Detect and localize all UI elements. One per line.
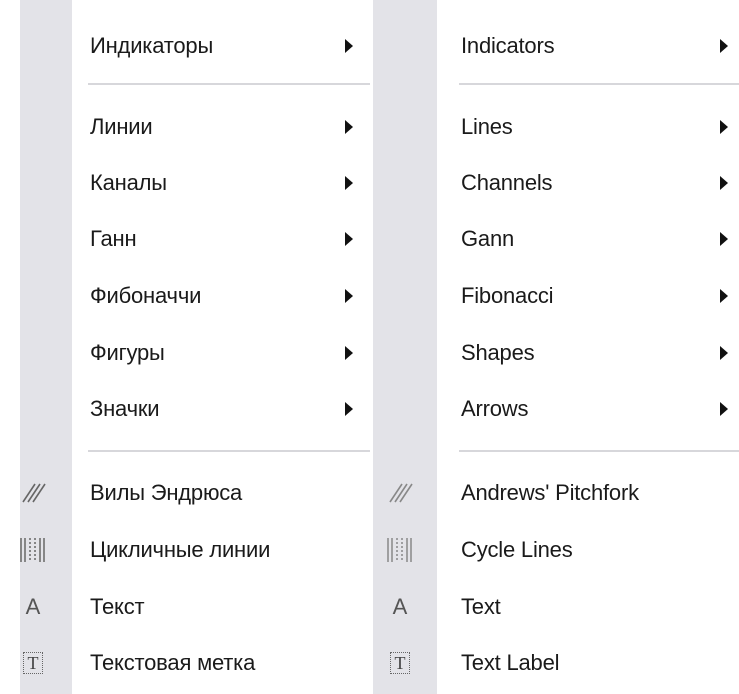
submenu-arrow-icon — [720, 120, 728, 134]
submenu-arrow-icon — [345, 176, 353, 190]
menu-item-label: Andrews' Pitchfork — [461, 480, 639, 505]
menu-item-channels[interactable]: Channels — [373, 160, 739, 206]
cycle-lines-icon — [18, 535, 48, 565]
submenu-arrow-icon — [720, 346, 728, 360]
cycle-lines-icon — [385, 535, 415, 565]
menu-item-label: Значки — [90, 396, 160, 421]
menu-item-label: Фибоначчи — [90, 283, 202, 308]
menu-item-shapes[interactable]: Фигуры — [20, 330, 370, 376]
menu-item-label: Индикаторы — [90, 33, 214, 58]
menu-item-lines[interactable]: Линии — [20, 104, 370, 150]
menu-item-cycle-lines[interactable]: Цикличные линии — [20, 527, 370, 573]
menu-item-text[interactable]: A Text — [373, 584, 739, 630]
menu-item-label: Цикличные линии — [90, 537, 271, 562]
menu-item-fibonacci[interactable]: Fibonacci — [373, 273, 739, 319]
menu-item-text[interactable]: A Текст — [20, 584, 370, 630]
menu-item-fibonacci[interactable]: Фибоначчи — [20, 273, 370, 319]
menu-item-label: Indicators — [461, 33, 555, 58]
menu-item-label: Text Label — [461, 650, 560, 675]
submenu-arrow-icon — [345, 402, 353, 416]
submenu-arrow-icon — [345, 346, 353, 360]
pitchfork-icon — [385, 478, 415, 508]
menu-item-gann[interactable]: Gann — [373, 216, 739, 262]
menu-separator — [459, 83, 739, 85]
menu-item-indicators[interactable]: Indicators — [373, 23, 739, 69]
text-icon-glyph: A — [25, 594, 41, 619]
menu-item-channels[interactable]: Каналы — [20, 160, 370, 206]
menu-item-arrows[interactable]: Arrows — [373, 386, 739, 432]
menu-item-label: Текст — [90, 594, 145, 619]
menu-item-andrews-pitchfork[interactable]: Вилы Эндрюса — [20, 470, 370, 516]
submenu-arrow-icon — [345, 289, 353, 303]
menu-separator — [88, 450, 370, 452]
context-menu-russian: Индикаторы Линии Каналы Ганн Фибоначчи Ф… — [20, 0, 370, 694]
context-menu-english: Indicators Lines Channels Gann Fibonacci… — [373, 0, 739, 694]
menu-item-label: Каналы — [90, 170, 167, 195]
submenu-arrow-icon — [720, 176, 728, 190]
menu-item-label: Channels — [461, 170, 553, 195]
text-label-icon: T — [18, 648, 48, 678]
menu-item-text-label[interactable]: T Text Label — [373, 640, 739, 686]
menus-stage: Индикаторы Линии Каналы Ганн Фибоначчи Ф… — [0, 0, 739, 694]
menu-item-arrows[interactable]: Значки — [20, 386, 370, 432]
pitchfork-icon — [18, 478, 48, 508]
menu-item-label: Ганн — [90, 226, 137, 251]
menu-item-label: Lines — [461, 114, 513, 139]
menu-item-shapes[interactable]: Shapes — [373, 330, 739, 376]
menu-separator — [88, 83, 370, 85]
submenu-arrow-icon — [345, 232, 353, 246]
text-icon: A — [18, 592, 48, 622]
menu-separator — [459, 450, 739, 452]
text-label-icon-glyph: T — [390, 652, 410, 674]
submenu-arrow-icon — [345, 120, 353, 134]
menu-item-label: Fibonacci — [461, 283, 554, 308]
menu-item-label: Текстовая метка — [90, 650, 256, 675]
text-label-icon-glyph: T — [23, 652, 43, 674]
text-icon-glyph: A — [392, 594, 408, 619]
menu-item-label: Фигуры — [90, 340, 165, 365]
menu-item-label: Вилы Эндрюса — [90, 480, 243, 505]
submenu-arrow-icon — [720, 402, 728, 416]
menu-item-label: Gann — [461, 226, 515, 251]
text-icon: A — [385, 592, 415, 622]
submenu-arrow-icon — [720, 289, 728, 303]
menu-item-lines[interactable]: Lines — [373, 104, 739, 150]
menu-item-indicators[interactable]: Индикаторы — [20, 23, 370, 69]
menu-item-cycle-lines[interactable]: Cycle Lines — [373, 527, 739, 573]
submenu-arrow-icon — [720, 232, 728, 246]
menu-item-gann[interactable]: Ганн — [20, 216, 370, 262]
menu-item-andrews-pitchfork[interactable]: Andrews' Pitchfork — [373, 470, 739, 516]
menu-item-label: Arrows — [461, 396, 529, 421]
menu-item-label: Text — [461, 594, 501, 619]
menu-item-label: Линии — [90, 114, 153, 139]
text-label-icon: T — [385, 648, 415, 678]
menu-item-text-label[interactable]: T Текстовая метка — [20, 640, 370, 686]
submenu-arrow-icon — [720, 39, 728, 53]
submenu-arrow-icon — [345, 39, 353, 53]
menu-item-label: Cycle Lines — [461, 537, 573, 562]
menu-item-label: Shapes — [461, 340, 535, 365]
